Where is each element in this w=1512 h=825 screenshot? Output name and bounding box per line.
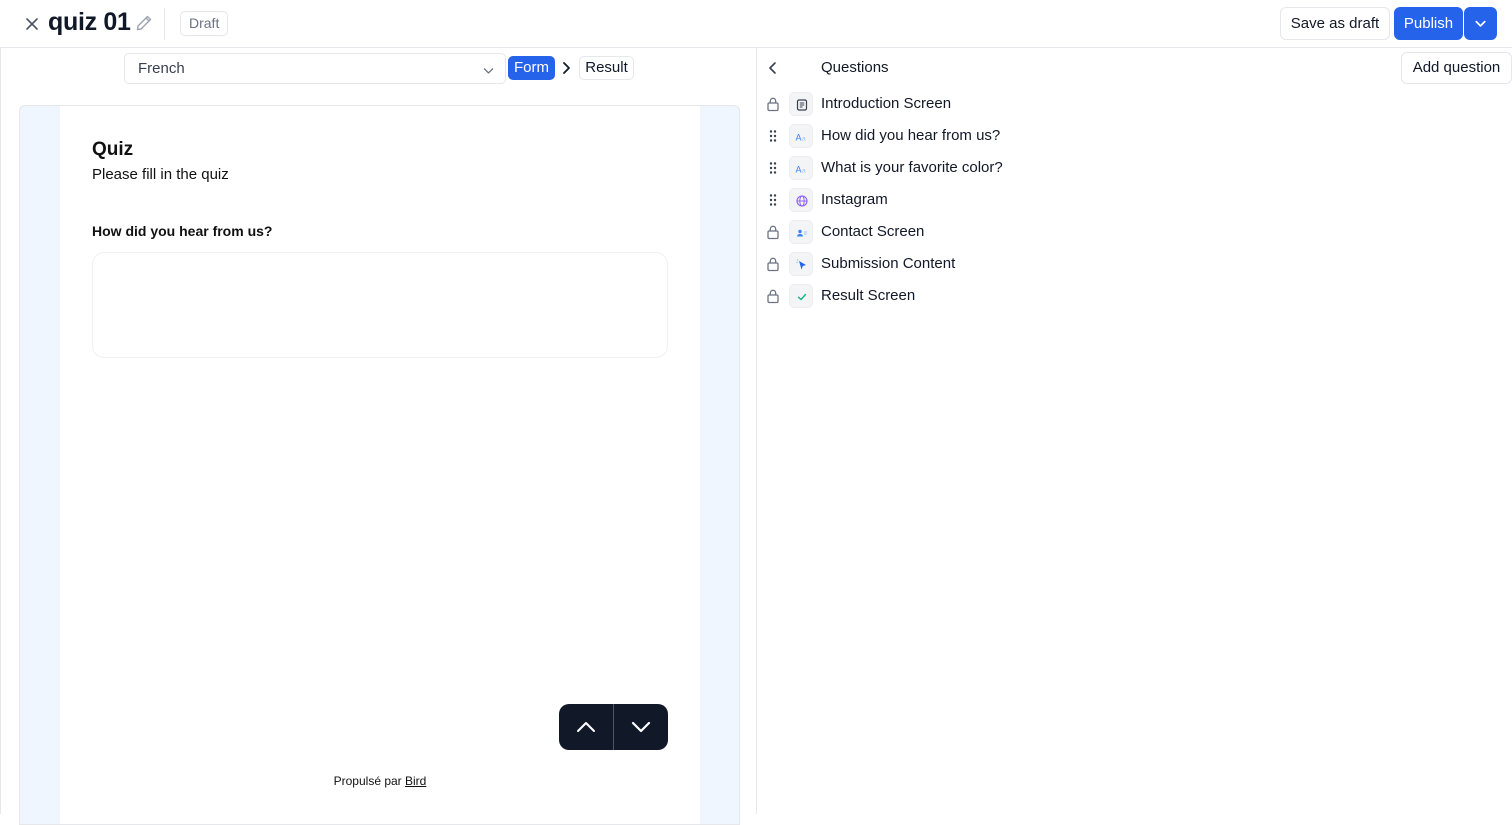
text-aa-icon: Aa [789, 156, 813, 180]
status-badge: Draft [180, 11, 229, 36]
question-item-instagram[interactable]: Instagram [757, 184, 1512, 216]
question-item-label: What is your favorite color? [821, 159, 1003, 176]
powered-by-text: Propulsé par [333, 774, 402, 788]
bird-link[interactable]: Bird [405, 774, 426, 788]
publish-options-button[interactable] [1464, 7, 1497, 40]
preview-pane: French Form Result Quiz Please fill in t… [0, 48, 757, 825]
question-item-label: How did you hear from us? [821, 127, 1001, 144]
question-nav [559, 704, 668, 750]
document-icon [789, 92, 813, 116]
text-aa-icon: Aa [789, 124, 813, 148]
question-item-introduction-screen[interactable]: Introduction Screen [757, 88, 1512, 120]
svg-text:a: a [802, 136, 806, 143]
question-item-how-did-you-hear[interactable]: Aa How did you hear from us? [757, 120, 1512, 152]
answer-textarea[interactable] [92, 252, 668, 358]
drag-handle-icon[interactable] [765, 128, 781, 144]
save-as-draft-button[interactable]: Save as draft [1280, 7, 1390, 40]
lock-icon [765, 224, 781, 240]
question-item-label: Contact Screen [821, 223, 925, 240]
next-question-button[interactable] [614, 704, 668, 750]
publish-button[interactable]: Publish [1394, 7, 1463, 40]
drag-handle-icon[interactable] [765, 192, 781, 208]
pencil-icon[interactable] [134, 13, 154, 33]
svg-text:A: A [796, 165, 802, 175]
previous-question-button[interactable] [559, 704, 613, 750]
questions-heading: Questions [821, 59, 889, 76]
chevron-down-icon [483, 68, 494, 74]
svg-text:A: A [796, 133, 802, 143]
globe-icon [789, 188, 813, 212]
question-item-contact-screen[interactable]: Contact Screen [757, 216, 1512, 248]
drag-handle-icon[interactable] [765, 160, 781, 176]
lock-icon [765, 96, 781, 112]
question-item-label: Instagram [821, 191, 888, 208]
questions-panel: Questions Add question Introduction Scre… [757, 48, 1512, 814]
divider [164, 8, 165, 40]
cursor-icon [789, 252, 813, 276]
quiz-title: Quiz [92, 139, 134, 160]
step-result[interactable]: Result [579, 56, 634, 80]
add-question-button[interactable]: Add question [1401, 52, 1512, 84]
question-item-label: Submission Content [821, 255, 956, 272]
lock-icon [765, 256, 781, 272]
question-item-label: Introduction Screen [821, 95, 952, 112]
language-select-value: French [138, 60, 185, 77]
question-item-result-screen[interactable]: Result Screen [757, 280, 1512, 312]
svg-text:a: a [802, 168, 806, 175]
question-item-label: Result Screen [821, 287, 916, 304]
top-bar: quiz 01 Draft Save as draft Publish [0, 0, 1512, 48]
chevron-down-icon [1475, 20, 1486, 27]
quiz-description: Please fill in the quiz [92, 166, 229, 183]
check-icon [789, 284, 813, 308]
lock-icon [765, 288, 781, 304]
powered-by: Propulsé par Bird [60, 774, 700, 788]
form-preview-card: Quiz Please fill in the quiz How did you… [60, 106, 700, 824]
chevron-down-icon [631, 721, 651, 733]
question-item-favorite-color[interactable]: Aa What is your favorite color? [757, 152, 1512, 184]
chevron-up-icon [577, 722, 595, 732]
step-form[interactable]: Form [508, 56, 555, 80]
close-icon[interactable] [22, 14, 42, 34]
language-select[interactable]: French [124, 53, 506, 84]
question-list: Introduction Screen Aa How did you hear … [757, 88, 1512, 312]
question-label: How did you hear from us? [92, 223, 273, 239]
question-item-submission-content[interactable]: Submission Content [757, 248, 1512, 280]
chevron-right-icon [561, 60, 573, 81]
chevron-left-icon[interactable] [765, 60, 781, 76]
contact-icon [789, 220, 813, 244]
page-title: quiz 01 [48, 8, 131, 36]
form-preview-frame: Quiz Please fill in the quiz How did you… [19, 105, 740, 825]
